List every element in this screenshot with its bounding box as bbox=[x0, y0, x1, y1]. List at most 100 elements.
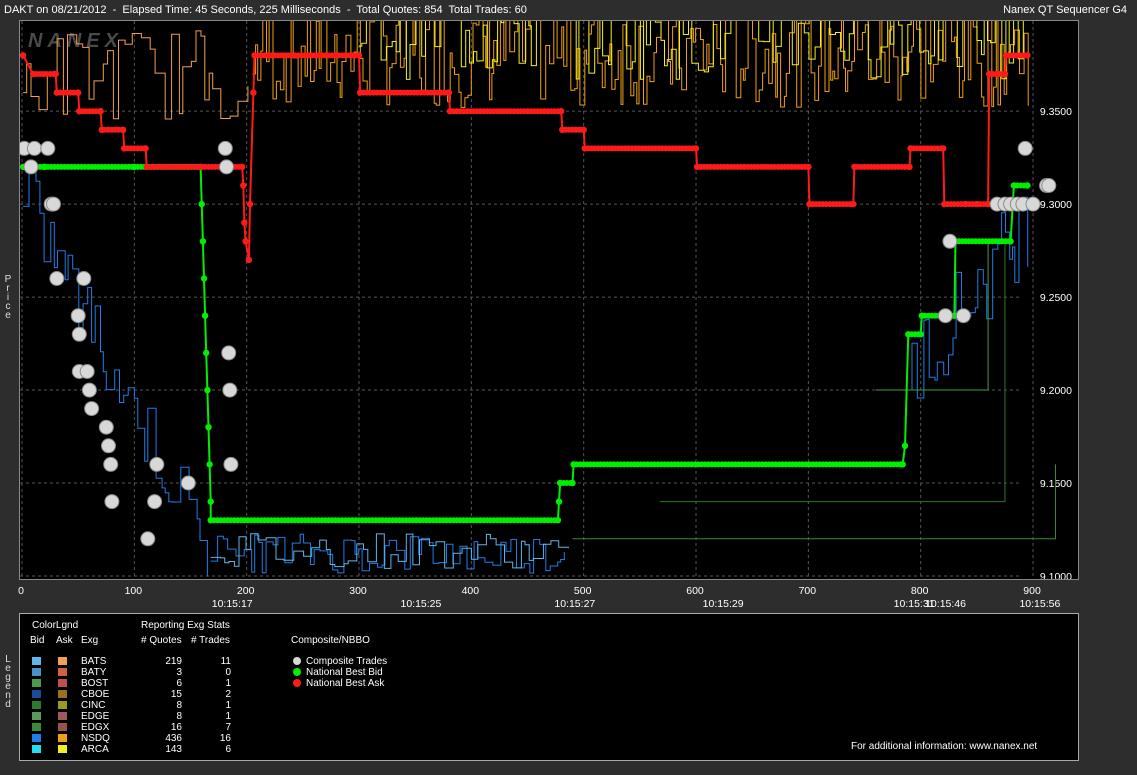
trade-point bbox=[149, 456, 165, 472]
nbbo-point bbox=[240, 182, 247, 189]
legend-ask-swatch bbox=[58, 734, 67, 742]
legend-quote-count: 8 bbox=[176, 700, 182, 711]
nbbo-point bbox=[551, 517, 558, 524]
trade-point bbox=[1017, 140, 1033, 156]
legend-trade-count: 0 bbox=[225, 667, 231, 678]
legend-trade-count: 1 bbox=[225, 700, 231, 711]
time-label: 10:15:46 bbox=[925, 598, 966, 610]
series-line-national-best-ask bbox=[22, 54, 1028, 261]
time-label: 10:15:29 bbox=[703, 598, 744, 610]
nbbo-point bbox=[846, 201, 853, 208]
nbbo-point bbox=[242, 238, 249, 245]
footer-info: For additional information: www.nanex.ne… bbox=[851, 741, 1038, 752]
x-tick-label: 900 bbox=[1023, 585, 1041, 597]
legend-quote-count: 15 bbox=[170, 689, 182, 700]
legend-trade-count: 1 bbox=[225, 711, 231, 722]
x-tick-label: 700 bbox=[799, 585, 817, 597]
legend-stats-header: Reporting Exg Stats bbox=[141, 620, 230, 631]
x-tick-label: 600 bbox=[686, 585, 704, 597]
x-tick-label: 800 bbox=[911, 585, 929, 597]
nbbo-point bbox=[352, 52, 359, 59]
legend-bid-header: Bid bbox=[30, 635, 45, 646]
nbbo-point bbox=[554, 108, 561, 115]
nbbo-point bbox=[141, 145, 148, 152]
trade-point bbox=[46, 196, 61, 212]
legend-exchange: NSDQ bbox=[81, 733, 110, 744]
nbbo-point bbox=[204, 386, 211, 394]
legend-composite-label: National Best Bid bbox=[306, 667, 383, 678]
nbbo-point bbox=[119, 126, 125, 133]
app-name: Nanex QT Sequencer G4 bbox=[1003, 4, 1127, 16]
legend-bid-swatch bbox=[32, 668, 41, 676]
legend-ask-swatch bbox=[58, 690, 67, 698]
y-tick-label: 9.2500 bbox=[1040, 292, 1072, 304]
chart-svg: NANEX 9.1000 9.1500 9.2000 9.2500 9.3000 9.35… bbox=[20, 21, 1078, 580]
legend-quote-count: 143 bbox=[165, 744, 182, 755]
legend-ask-swatch bbox=[58, 723, 67, 731]
nbbo-point bbox=[802, 163, 808, 170]
legend-ask-swatch bbox=[58, 712, 67, 720]
nbbo-point bbox=[199, 238, 207, 245]
trade-point bbox=[104, 494, 120, 510]
nbbo-point bbox=[246, 200, 254, 208]
trade-point bbox=[84, 401, 100, 417]
trade-point bbox=[81, 382, 97, 398]
legend-exchange: BATY bbox=[81, 667, 107, 678]
legend-quote-count: 436 bbox=[165, 733, 182, 744]
nbbo-point bbox=[74, 89, 80, 96]
trade-point bbox=[79, 364, 95, 379]
nbbo-point bbox=[1021, 182, 1028, 189]
nbbo-point bbox=[245, 256, 253, 264]
nbbo-point bbox=[50, 71, 57, 77]
legend-bid-swatch bbox=[32, 701, 41, 709]
nbbo-point bbox=[201, 312, 209, 319]
time-label: 10:15:17 bbox=[212, 598, 253, 610]
legend-trade-count: 1 bbox=[225, 678, 231, 689]
nbbo-point bbox=[984, 201, 990, 208]
y-tick-label: 9.1000 bbox=[1040, 571, 1072, 580]
trade-point bbox=[942, 233, 958, 249]
legend-quotes-header: # Quotes bbox=[141, 635, 182, 646]
legend-exchange: EDGE bbox=[81, 711, 110, 722]
legend-trade-count: 16 bbox=[219, 733, 231, 744]
legend-composite-marker bbox=[293, 668, 301, 676]
legend-trade-count: 11 bbox=[220, 656, 231, 667]
trade-point bbox=[26, 140, 42, 156]
trade-point bbox=[937, 308, 953, 324]
legend-colorlgnd-header: ColorLgnd bbox=[32, 620, 79, 631]
trade-point bbox=[70, 308, 86, 324]
x-tick-label: 300 bbox=[349, 585, 367, 597]
legend-quote-count: 8 bbox=[176, 711, 182, 722]
nbbo-point bbox=[20, 52, 27, 59]
nbbo-point bbox=[905, 163, 912, 170]
legend-exchange: CINC bbox=[81, 700, 106, 711]
y-tick-label: 9.3000 bbox=[1040, 199, 1072, 211]
trade-point bbox=[217, 140, 233, 156]
legend-ask-swatch bbox=[58, 668, 67, 676]
legend-composite-marker bbox=[293, 679, 301, 687]
nbbo-point bbox=[241, 219, 248, 226]
legend-bid-swatch bbox=[32, 712, 41, 720]
legend-exg-header: Exg bbox=[81, 635, 99, 646]
nbbo-point bbox=[200, 275, 208, 282]
trade-point bbox=[221, 345, 237, 361]
y-tick-label: 9.1500 bbox=[1040, 478, 1072, 490]
legend-trade-count: 6 bbox=[225, 744, 231, 755]
trade-point bbox=[219, 159, 234, 175]
nbbo-point bbox=[250, 89, 257, 96]
legend-exchange: BATS bbox=[81, 656, 107, 667]
trade-point bbox=[1025, 196, 1041, 212]
legend-bid-swatch bbox=[32, 657, 41, 665]
nbbo-point bbox=[579, 126, 586, 133]
nbbo-point bbox=[689, 145, 696, 152]
y-axis-title: Price bbox=[4, 274, 12, 321]
legend-bid-swatch bbox=[32, 690, 41, 698]
nbbo-point bbox=[937, 145, 944, 152]
legend-trade-count: 2 bbox=[225, 689, 231, 700]
trade-point bbox=[1041, 178, 1057, 193]
legend-composite-header: Composite/NBBO bbox=[291, 635, 370, 646]
y-tick-label: 9.2000 bbox=[1040, 385, 1072, 397]
exchange-quote-line bbox=[23, 170, 208, 577]
nbbo-point bbox=[207, 498, 214, 505]
time-label: 10:15:56 bbox=[1019, 598, 1060, 610]
